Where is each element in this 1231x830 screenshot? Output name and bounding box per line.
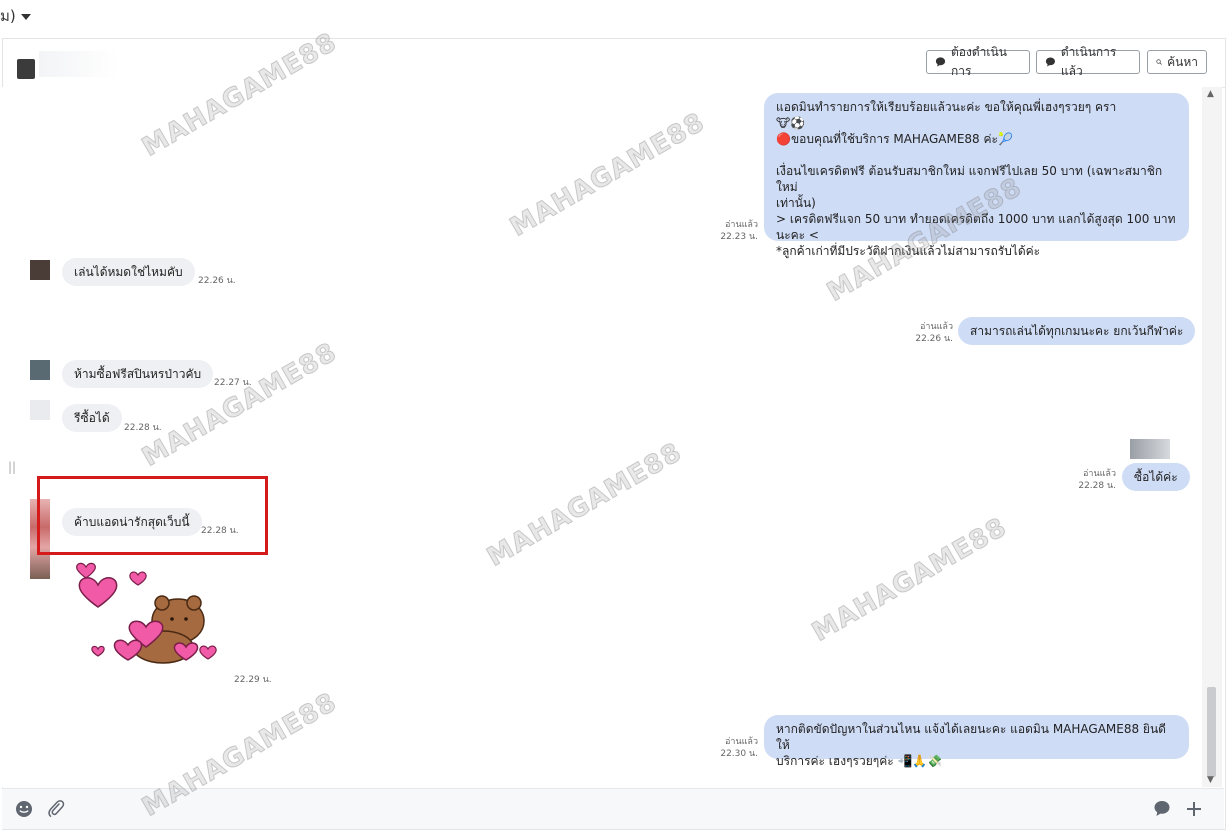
message-text: เล่นได้หมดใช่ไหมคับ [74, 265, 183, 279]
chat-bubble-icon [935, 57, 946, 67]
message-time: 22.26 น. [198, 276, 236, 286]
message-outgoing: หากติดขัดปัญหาในส่วนไหน แจ้งได้เลยนะคะ แ… [764, 715, 1189, 768]
message-time: 22.23 น. [720, 232, 758, 242]
message-time: 22.30 น. [720, 749, 758, 759]
bear-ear [154, 595, 170, 611]
plus-icon[interactable] [1184, 799, 1204, 819]
composer-toolbar [2, 788, 1224, 829]
message-incoming: รีซื้อได้ [62, 404, 122, 432]
scroll-thumb[interactable] [1207, 687, 1216, 777]
chat-bubble-icon[interactable] [1152, 799, 1172, 819]
message-line: *ลูกค้าเก่าที่มีประวัติฝากเงินแล้วไม่สาม… [776, 244, 1041, 258]
message-line: 🔴ขอบคุณที่ใช้บริการ MAHAGAME88 ค่ะ🎾 [776, 132, 1013, 146]
bear-ear [186, 595, 202, 611]
bear-eye [170, 617, 174, 621]
message-list: แอดมินทำรายการให้เรียบร้อยแล้วนะค่ะ ขอให… [2, 87, 1202, 787]
sender-avatar [30, 400, 50, 420]
message-outgoing: ซื้อได้ค่ะ [1122, 463, 1190, 491]
pending-button-label: ต้องดำเนินการ [951, 45, 1007, 78]
message-meta: อ่านแล้ว 22.26 น. [897, 321, 953, 345]
message-time: 22.28 น. [1078, 481, 1116, 491]
message-line: แอดมินทำรายการให้เรียบร้อยแล้วนะค่ะ ขอให… [776, 100, 1117, 114]
heart-icon [129, 571, 147, 586]
message-text: สามารถเล่นได้ทุกเกมนะคะ ยกเว้นกีฬาค่ะ [970, 324, 1184, 338]
bear-eye [184, 617, 188, 621]
chat-bubble-icon [1045, 57, 1055, 67]
message-line: นะคะ < [776, 228, 819, 242]
heart-icon [113, 639, 143, 661]
contact-name-blurred [39, 51, 119, 77]
search-icon [1156, 59, 1162, 65]
message-line [776, 147, 1177, 163]
bear-hearts-sticker [76, 562, 217, 664]
contact-avatar [17, 59, 35, 79]
message-text: รีซื้อได้ [74, 411, 110, 425]
scroll-up-icon[interactable]: ▲ [1207, 89, 1214, 99]
paperclip-icon[interactable] [46, 799, 66, 819]
read-status: อ่านแล้ว [920, 322, 953, 332]
message-time: 22.27 น. [214, 378, 252, 388]
sender-avatar [30, 360, 50, 380]
heart-icon [91, 645, 105, 657]
message-line: เงื่อนไขเครดิตฟรี ต้อนรับสมาชิกใหม่ แจกฟ… [776, 164, 1163, 194]
message-time: 22.29 น. [234, 675, 272, 685]
message-text: ห้ามซื้อฟรีสปินหรป่าวคับ [74, 367, 202, 381]
message-outgoing: สามารถเล่นได้ทุกเกมนะคะ ยกเว้นกีฬาค่ะ [958, 317, 1196, 345]
sender-avatar [30, 260, 50, 280]
message-incoming: ห้ามซื้อฟรีสปินหรป่าวคับ [62, 360, 214, 388]
heart-icon [78, 577, 118, 608]
account-selector[interactable]: ม) [0, 4, 31, 28]
smiley-icon[interactable] [14, 799, 34, 819]
heart-icon [199, 645, 217, 660]
caret-down-icon [20, 13, 31, 20]
account-selector-label: ม) [0, 7, 16, 25]
done-button-label: ดำเนินการแล้ว [1060, 45, 1117, 78]
message-text: ซื้อได้ค่ะ [1134, 470, 1178, 484]
search-button[interactable]: ค้นหา [1147, 50, 1207, 74]
message-time: 22.28 น. [124, 423, 162, 433]
message-meta: อ่านแล้ว 22.23 น. [702, 219, 758, 243]
resize-handle[interactable]: || [8, 460, 16, 474]
message-outgoing: แอดมินทำรายการให้เรียบร้อยแล้วนะค่ะ ขอให… [764, 93, 1189, 258]
read-status: อ่านแล้ว [725, 737, 758, 747]
read-status: อ่านแล้ว [1083, 469, 1116, 479]
scroll-down-icon[interactable]: ▼ [1207, 775, 1214, 785]
top-bar: ม) [0, 0, 1231, 38]
message-meta: อ่านแล้ว 22.30 น. [702, 736, 758, 760]
scrollbar[interactable]: ▲ ▼ [1202, 87, 1222, 787]
highlight-box [37, 476, 268, 555]
message-line: > เครดิตฟรีแจก 50 บาท ทำยอดเครดิตถึง 100… [776, 212, 1176, 226]
pending-button[interactable]: ต้องดำเนินการ [926, 45, 1030, 78]
message-line: บริการค่ะ เฮงๆรวยๆค่ะ 📲🙏💸 [776, 754, 943, 768]
message-line: หากติดขัดปัญหาในส่วนไหน แจ้งได้เลยนะคะ แ… [776, 722, 1166, 752]
heart-icon [76, 562, 96, 579]
read-status: อ่านแล้ว [725, 220, 758, 230]
message-line: 🐮⚽ [776, 116, 806, 130]
done-button[interactable]: ดำเนินการแล้ว [1036, 45, 1140, 78]
blurred-contact [1130, 439, 1170, 459]
message-meta: อ่านแล้ว 22.28 น. [1060, 468, 1116, 492]
message-incoming: เล่นได้หมดใช่ไหมคับ [62, 258, 195, 286]
search-button-label: ค้นหา [1167, 54, 1198, 69]
chat-header: ต้องดำเนินการ ดำเนินการแล้ว ค้นหา [3, 39, 1225, 88]
message-line: เท่านั้น) [776, 196, 816, 210]
message-time: 22.26 น. [915, 334, 953, 344]
